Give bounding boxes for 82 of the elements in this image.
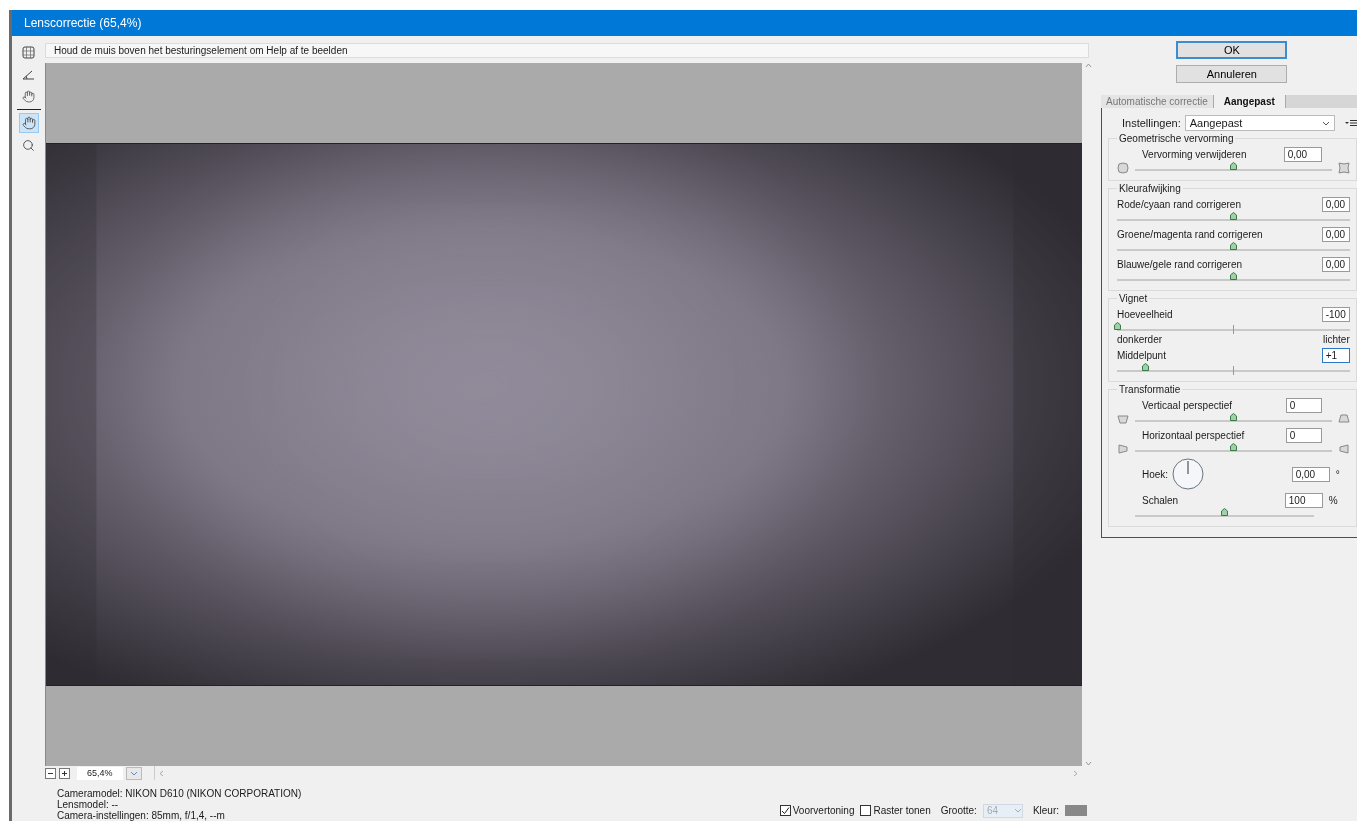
hand-icon [21,116,36,130]
slider-thumb[interactable] [1230,212,1238,220]
chevron-up-icon[interactable] [1085,63,1092,68]
control-label: Schalen [1142,495,1179,506]
control-label: Vervorming verwijderen [1142,149,1247,160]
hand-icon [22,89,35,103]
control-label: Horizontaal perspectief [1142,430,1245,441]
value-field[interactable]: +1 [1321,348,1350,363]
size-label: Grootte: [940,805,977,816]
slider-thumb[interactable] [1114,322,1121,330]
vertical-scrollbar[interactable] [1082,63,1095,766]
value-field[interactable]: 0,00 [1291,466,1330,482]
value-field[interactable]: 0 [1285,398,1322,413]
value-field[interactable]: 0,00 [1283,147,1322,162]
slider-thumb[interactable] [1221,508,1229,516]
pincushion-icon [1337,162,1350,174]
camera-info: Camera-instellingen: 85mm, f/1,4, --m [57,810,226,821]
value-field[interactable]: 100 [1284,493,1323,508]
zoom-dropdown-button[interactable] [126,766,142,780]
perspective-icon [1117,443,1129,455]
zoom-in-button[interactable] [59,767,70,779]
grid-frame-icon [22,45,35,59]
grid-checkbox[interactable] [860,805,872,816]
chevron-left-icon[interactable] [159,769,164,777]
camera-info: Lensmodel: -- [57,799,120,810]
plus-icon [61,769,68,777]
value-field[interactable]: 0,00 [1321,227,1350,242]
tool-button[interactable] [18,113,39,133]
value-field[interactable]: 0,00 [1321,257,1350,272]
angle-icon [22,68,35,80]
camera-info: Cameramodel: NIKON D610 (NIKON CORPORATION) [57,788,302,799]
tab[interactable]: Automatische correctie [1101,95,1214,108]
angle-dial[interactable] [1172,458,1205,490]
group-title: Geometrische vervorming [1118,133,1235,144]
control-label: Groene/magenta rand corrigeren [1117,229,1263,240]
unit-label: % [1328,495,1338,506]
dialog-button[interactable]: OK [1176,41,1288,59]
control-label: Verticaal perspectief [1142,400,1233,411]
slider-thumb[interactable] [1230,162,1238,170]
value-field[interactable]: 0,00 [1321,197,1350,212]
unit-label: ° [1335,468,1340,480]
tab[interactable]: Aangepast [1213,95,1286,108]
slider-thumb[interactable] [1141,363,1149,371]
slider-thumb[interactable] [1230,272,1238,280]
chevron-down-icon [1013,808,1022,813]
range-label: lichter [1323,334,1350,345]
zoom-out-button[interactable] [45,767,56,779]
perspective-icon [1117,413,1129,425]
zoom-field[interactable]: 65,4% [77,766,123,780]
checkbox-label: Raster tonen [873,805,931,816]
control-label: Hoek: [1142,468,1169,480]
slider-thumb[interactable] [1230,413,1238,421]
preview-checkbox[interactable] [779,805,791,816]
control-label: Rode/cyaan rand corrigeren [1117,199,1241,210]
value-field[interactable]: 0 [1285,428,1322,443]
group-title: Kleurafwijking [1118,183,1182,194]
value-field[interactable]: -100 [1321,307,1350,322]
control-label: Blauwe/gele rand corrigeren [1117,259,1243,270]
settings-dropdown[interactable]: Aangepast [1184,115,1335,131]
slider-thumb[interactable] [1230,242,1238,250]
color-label: Kleur: [1032,805,1059,816]
group-title: Transformatie [1118,384,1182,395]
control-label: Hoeveelheid [1117,309,1173,320]
dialog-button[interactable]: Annuleren [1176,65,1288,83]
help-text: Houd de muis boven het besturingselement om Help af te beelden [45,43,1089,58]
zoom-icon [22,138,35,152]
barrel-icon [1117,162,1129,174]
chevron-down-icon [1321,120,1330,126]
group-title: Vignet [1118,293,1149,304]
chevron-down-icon [130,770,138,776]
perspective-icon [1337,413,1350,425]
slider-thumb[interactable] [1230,443,1238,451]
control-label: Middelpunt [1117,350,1166,361]
checkbox-label: Voorvertoning [792,805,855,816]
menu-icon[interactable] [1344,119,1357,127]
window-title: Lenscorrectie (65,4%) [12,10,1357,36]
range-label: donkerder [1117,334,1163,345]
color-swatch[interactable] [1065,805,1087,816]
settings-label: Instellingen: [1122,117,1181,129]
chevron-right-icon[interactable] [1073,769,1078,777]
chevron-down-icon[interactable] [1085,761,1092,766]
perspective-icon [1337,443,1350,455]
